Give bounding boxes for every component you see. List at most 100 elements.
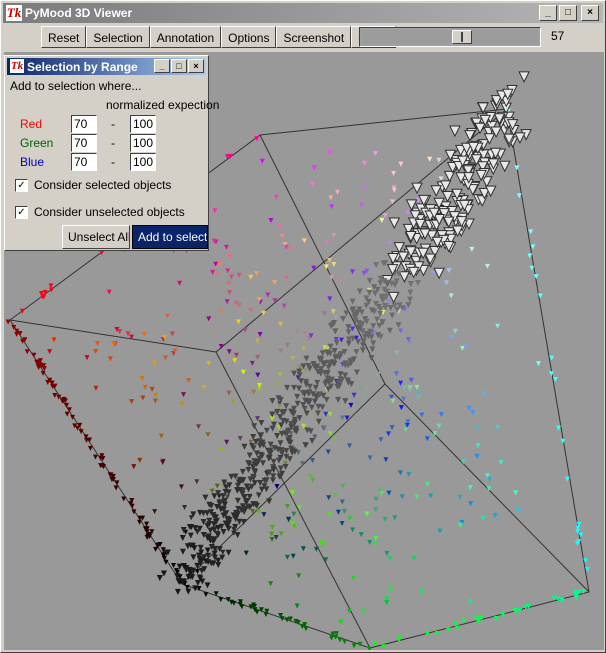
data-point[interactable] [516,507,522,513]
data-point[interactable] [307,428,314,435]
data-point[interactable] [366,289,373,296]
data-point[interactable] [398,161,404,167]
data-point[interactable] [277,372,283,378]
data-point[interactable] [129,399,135,405]
data-point[interactable] [51,337,57,343]
data-point[interactable] [204,547,211,554]
data-point[interactable] [385,431,391,437]
data-point[interactable] [284,384,291,391]
data-point[interactable] [290,355,296,361]
data-point[interactable] [310,477,316,483]
data-point[interactable] [438,412,444,418]
data-point[interactable] [152,509,158,515]
data-point[interactable] [448,293,454,299]
data-point[interactable] [92,454,98,460]
data-point[interactable] [163,355,169,361]
data-point[interactable] [393,242,406,254]
data-point[interactable] [329,635,335,641]
data-point[interactable] [353,349,360,356]
data-point[interactable] [326,495,332,501]
data-point[interactable] [337,278,343,284]
data-point[interactable] [272,279,278,285]
data-point[interactable] [217,261,223,267]
data-point[interactable] [373,507,379,513]
blue-min-input[interactable]: 70 [71,153,97,171]
data-point[interactable] [236,272,242,278]
data-point[interactable] [225,268,231,274]
data-point[interactable] [182,504,188,510]
data-point[interactable] [469,246,475,252]
data-point[interactable] [129,503,135,509]
data-point[interactable] [437,528,443,534]
data-point[interactable] [269,536,275,542]
data-point[interactable] [351,392,357,398]
data-point[interactable] [388,217,401,230]
data-point[interactable] [535,361,541,367]
data-point[interactable] [273,194,279,200]
data-point[interactable] [282,463,289,470]
close-window-button[interactable]: × [581,5,599,21]
blue-max-input[interactable]: 100 [130,153,156,171]
data-point[interactable] [283,403,290,410]
data-point[interactable] [332,492,338,498]
data-point[interactable] [356,288,363,295]
data-point[interactable] [64,411,70,417]
data-point[interactable] [335,509,341,515]
data-point[interactable] [152,398,158,404]
data-point[interactable] [373,541,379,547]
data-point[interactable] [363,302,370,309]
data-point[interactable] [379,217,385,223]
data-point[interactable] [270,458,277,465]
data-point[interactable] [338,619,344,625]
data-point[interactable] [273,534,279,540]
data-point[interactable] [268,217,274,223]
data-point[interactable] [321,541,327,547]
reset-button[interactable]: Reset [41,26,87,48]
data-point[interactable] [382,304,389,311]
data-point[interactable] [329,274,335,280]
zoom-slider[interactable] [359,27,541,47]
data-point[interactable] [388,586,394,592]
slider-trough[interactable] [362,30,538,44]
data-point[interactable] [323,411,329,417]
data-point[interactable] [405,210,411,216]
data-point[interactable] [220,528,227,535]
data-point[interactable] [225,549,232,556]
data-point[interactable] [495,425,501,431]
data-point[interactable] [468,501,474,507]
data-point[interactable] [240,369,246,375]
data-point[interactable] [398,405,404,411]
data-point[interactable] [361,185,367,191]
data-point[interactable] [278,348,284,354]
data-point[interactable] [394,350,400,356]
data-point[interactable] [275,457,282,464]
data-point[interactable] [211,493,218,500]
data-point[interactable] [47,349,53,355]
data-point[interactable] [169,331,175,337]
data-point[interactable] [387,556,393,562]
data-point[interactable] [452,328,458,334]
data-point[interactable] [239,468,246,475]
data-point[interactable] [373,535,379,541]
data-point[interactable] [340,316,347,323]
data-point[interactable] [113,485,119,491]
data-point[interactable] [398,271,411,283]
data-point[interactable] [387,240,393,246]
data-point[interactable] [315,418,322,425]
data-point[interactable] [361,393,367,399]
data-point[interactable] [24,349,30,355]
data-point[interactable] [330,309,336,315]
data-point[interactable] [436,423,442,429]
data-point[interactable] [263,612,269,618]
data-point[interactable] [291,511,297,517]
data-point[interactable] [259,460,266,467]
data-point[interactable] [171,562,177,568]
data-point[interactable] [249,360,255,366]
data-point[interactable] [204,510,211,517]
data-point[interactable] [470,410,476,416]
data-point[interactable] [323,264,329,270]
options-button[interactable]: Options [221,26,277,48]
data-point[interactable] [331,233,337,239]
data-point[interactable] [327,257,333,263]
data-point[interactable] [424,436,430,442]
